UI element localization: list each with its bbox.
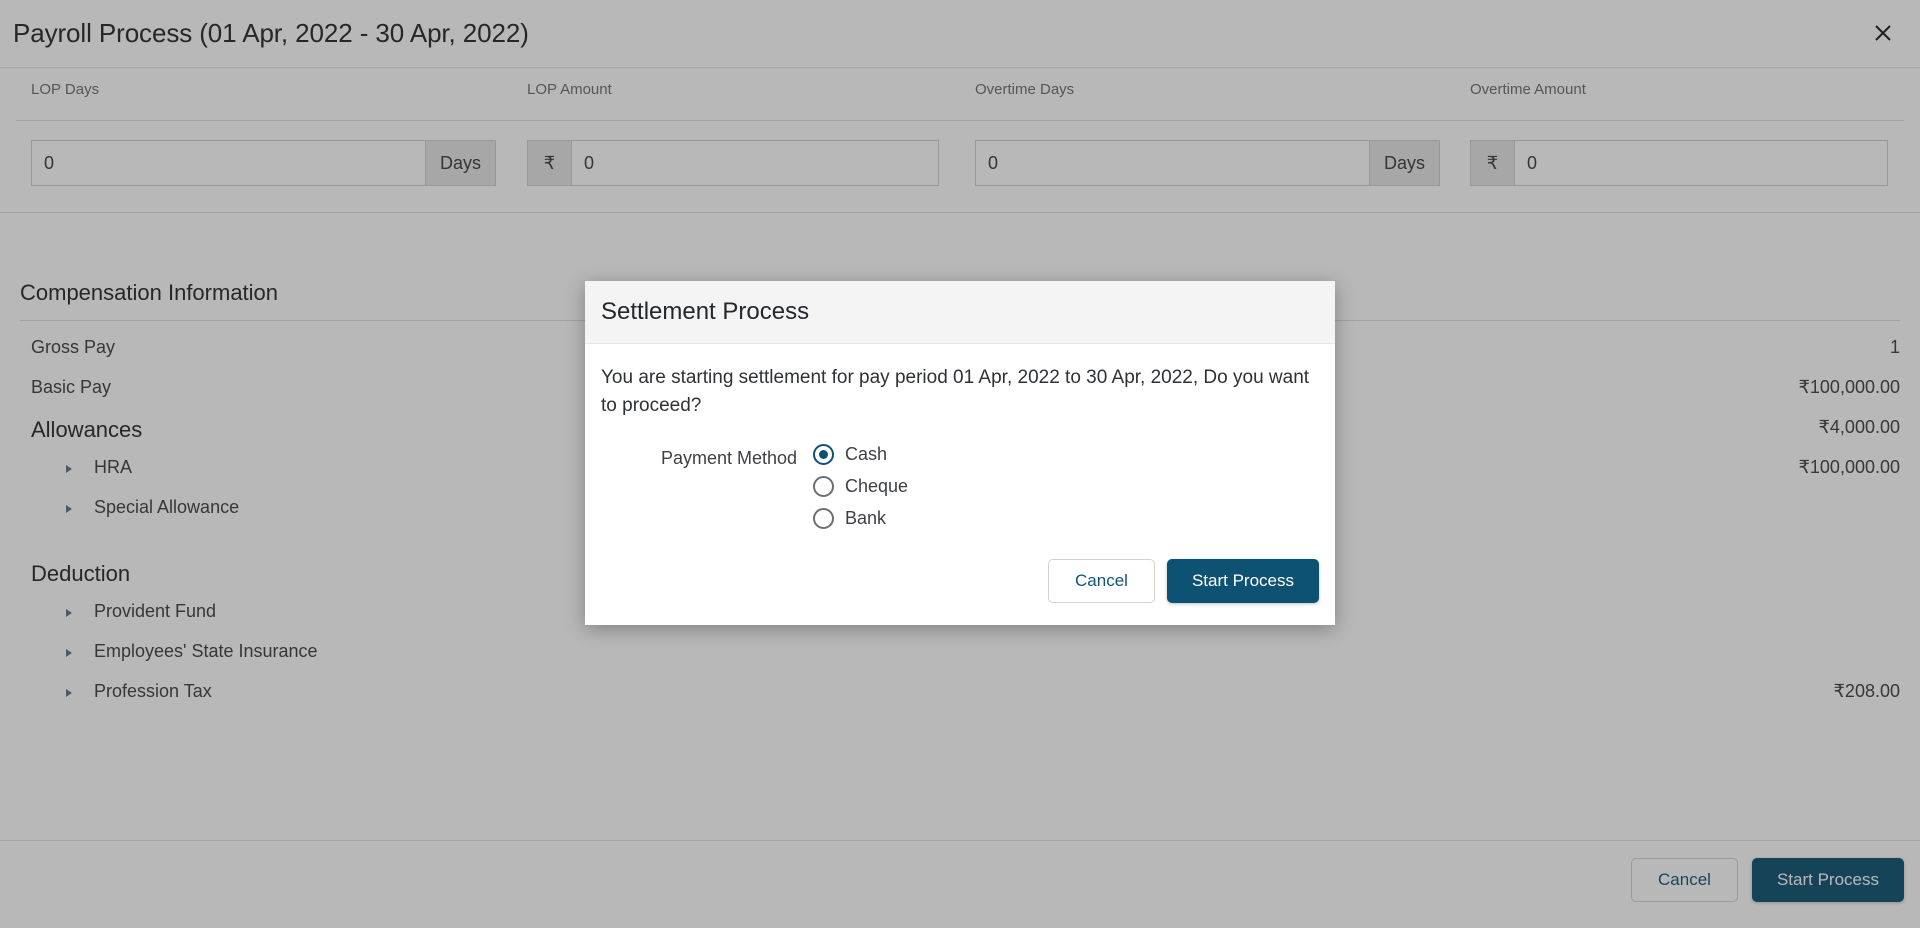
- modal-title: Settlement Process: [601, 298, 810, 325]
- radio-icon-cash[interactable]: [813, 444, 834, 465]
- radio-option-cheque[interactable]: Cheque: [813, 476, 908, 497]
- settlement-process-dialog: Settlement Process You are starting sett…: [585, 281, 1335, 625]
- radio-option-bank[interactable]: Bank: [813, 508, 908, 529]
- modal-header: Settlement Process: [585, 281, 1335, 344]
- modal-body: You are starting settlement for pay peri…: [585, 344, 1335, 529]
- radio-label: Cash: [845, 444, 888, 464]
- radio-icon-bank[interactable]: [813, 508, 834, 529]
- radio-label: Bank: [845, 508, 887, 528]
- radio-label: Cheque: [845, 476, 909, 496]
- payment-method-field: Payment Method Cash Cheque Bank: [601, 444, 1319, 529]
- payment-method-radio-group[interactable]: Cash Cheque Bank: [813, 444, 908, 529]
- radio-option-cash[interactable]: Cash: [813, 444, 908, 465]
- modal-message: You are starting settlement for pay peri…: [601, 367, 1310, 416]
- modal-cancel-button[interactable]: Cancel: [1048, 559, 1155, 603]
- payment-method-label: Payment Method: [661, 448, 798, 468]
- radio-icon-cheque[interactable]: [813, 476, 834, 497]
- modal-start-process-button[interactable]: Start Process: [1166, 559, 1319, 603]
- modal-footer: Cancel Start Process: [585, 529, 1335, 625]
